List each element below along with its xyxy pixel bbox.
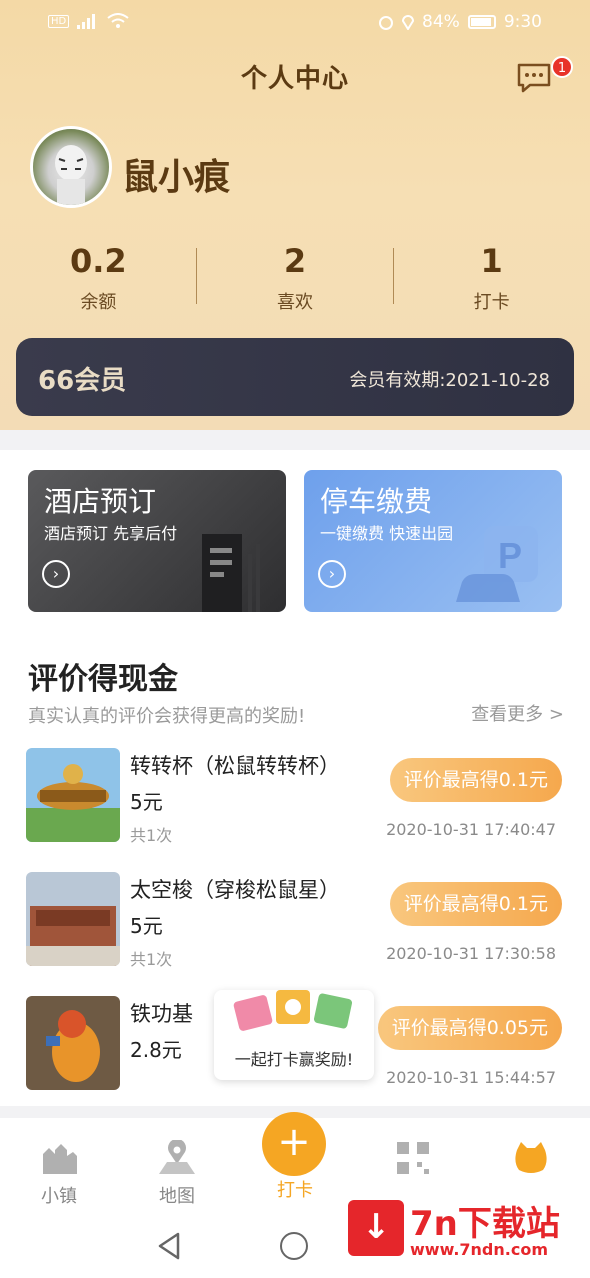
back-triangle-icon[interactable] <box>156 1232 182 1260</box>
stat-likes[interactable]: 2 喜欢 <box>197 238 394 318</box>
item-name: 铁功基 <box>130 1002 193 1026</box>
stat-label: 余额 <box>80 292 117 313</box>
qr-code-icon <box>397 1142 429 1174</box>
tab-map[interactable]: 地图 <box>118 1138 236 1208</box>
tab-label: 地图 <box>159 1186 195 1207</box>
clock: 9:30 <box>503 12 542 32</box>
list-item[interactable]: 太空梭（穿梭松鼠星） 5元 共1次 评价最高得0.1元 2020-10-31 1… <box>0 872 590 972</box>
stat-value: 1 <box>480 242 503 280</box>
promo-subtitle: 酒店预订 先享后付 <box>44 524 178 543</box>
stats-row: 0.2 余额 2 喜欢 1 打卡 <box>0 238 590 318</box>
thumbnail-image <box>26 748 120 842</box>
item-name: 太空梭（穿梭松鼠星） <box>130 878 340 902</box>
see-more-link[interactable]: 查看更多 > <box>471 700 564 726</box>
chevron-right-icon[interactable]: › <box>318 560 346 588</box>
tab-town[interactable]: 小镇 <box>0 1140 118 1208</box>
item-timestamp: 2020-10-31 17:40:47 <box>386 820 556 839</box>
hotel-booking-card[interactable]: 酒店预订 酒店预订 先享后付 › <box>28 470 286 612</box>
tab-label: 打卡 <box>277 1180 313 1201</box>
chat-icon <box>517 63 551 93</box>
checkin-reward-popup[interactable]: 一起打卡赢奖励! <box>214 990 374 1080</box>
promo-title: 停车缴费 <box>320 485 433 518</box>
promo-title: 酒店预订 <box>44 485 157 518</box>
location-icon <box>402 15 415 30</box>
membership-expiry: 会员有效期:2021-10-28 <box>349 370 550 391</box>
town-icon <box>43 1144 77 1174</box>
alarm-icon <box>379 16 394 30</box>
space-shuttle-ride-image <box>26 872 120 966</box>
mascot-statue-image <box>26 996 120 1090</box>
item-count: 共1次 <box>130 826 173 845</box>
message-count-badge: 1 <box>551 56 573 78</box>
promo-subtitle: 一键缴费 快速出园 <box>320 524 454 543</box>
battery-icon <box>467 15 496 29</box>
page-title: 个人中心 <box>240 64 349 94</box>
stat-label: 喜欢 <box>277 292 313 313</box>
home-circle-icon[interactable] <box>280 1232 308 1260</box>
list-item[interactable]: 转转杯（松鼠转转杯） 5元 共1次 评价最高得0.1元 2020-10-31 1… <box>0 748 590 848</box>
review-reward-button[interactable]: 评价最高得0.1元 <box>389 758 562 802</box>
username: 鼠小痕 <box>122 157 231 198</box>
stat-balance[interactable]: 0.2 余额 <box>0 238 197 318</box>
item-price: 5元 <box>130 790 163 814</box>
item-timestamp: 2020-10-31 15:44:57 <box>386 1068 556 1087</box>
battery-percent: 84% <box>422 12 460 32</box>
item-timestamp: 2020-10-31 17:30:58 <box>386 944 556 963</box>
tiger-avatar-image <box>55 145 87 205</box>
teacup-ride-image <box>26 748 120 842</box>
checkin-reward-text: 一起打卡赢奖励! <box>234 1050 354 1069</box>
stats-divider <box>196 248 197 304</box>
parking-car-icon: P <box>456 526 538 602</box>
section-title: 评价得现金 <box>28 662 178 697</box>
avatar[interactable] <box>30 126 112 208</box>
item-price: 5元 <box>130 914 163 938</box>
stat-value: 2 <box>283 242 307 280</box>
item-count: 共1次 <box>130 950 173 969</box>
tab-scan[interactable] <box>354 1140 472 1180</box>
tab-label: 小镇 <box>41 1186 77 1207</box>
item-price: 2.8元 <box>130 1038 182 1062</box>
watermark-logo: ↓ 7n下载站 www.7ndn.com <box>344 1192 580 1270</box>
message-button[interactable] <box>516 62 552 94</box>
tab-checkin[interactable]: 打卡 <box>236 1174 354 1202</box>
section-subtitle: 真实认真的评价会获得更高的奖励! <box>28 706 306 727</box>
section-divider <box>0 430 590 450</box>
membership-card[interactable]: 66会员 会员有效期:2021-10-28 <box>16 338 574 416</box>
wifi-icon <box>107 13 129 28</box>
checkin-plus-button[interactable]: + <box>262 1112 326 1176</box>
thumbnail-image <box>26 872 120 966</box>
watermark-url: www.7ndn.com <box>410 1240 548 1259</box>
building-icon <box>202 534 260 612</box>
thumbnail-image <box>26 996 120 1090</box>
item-name: 转转杯（松鼠转转杯） <box>130 754 340 778</box>
stats-divider <box>393 248 394 304</box>
svg-text:P: P <box>498 535 522 576</box>
tab-profile[interactable] <box>472 1140 590 1180</box>
review-reward-button[interactable]: 评价最高得0.1元 <box>389 882 562 926</box>
squirrel-head-icon <box>515 1142 547 1173</box>
watermark-title: 7n下载站 <box>410 1204 560 1244</box>
download-arrow-icon: ↓ <box>348 1200 404 1256</box>
membership-level: 66会员 <box>38 366 127 396</box>
hd-icon: HD <box>48 14 70 28</box>
stat-label: 打卡 <box>473 292 510 313</box>
chevron-right-icon[interactable]: › <box>42 560 70 588</box>
reward-cards-icon <box>233 990 353 1031</box>
signal-icon <box>77 14 96 29</box>
review-reward-button[interactable]: 评价最高得0.05元 <box>377 1006 562 1050</box>
map-pin-icon <box>159 1138 195 1174</box>
stat-value: 0.2 <box>69 242 127 280</box>
stat-checkins[interactable]: 1 打卡 <box>393 238 590 318</box>
parking-payment-card[interactable]: 停车缴费 一键缴费 快速出园 › P <box>304 470 562 612</box>
status-bar: HD 84% 9:30 <box>0 0 590 46</box>
